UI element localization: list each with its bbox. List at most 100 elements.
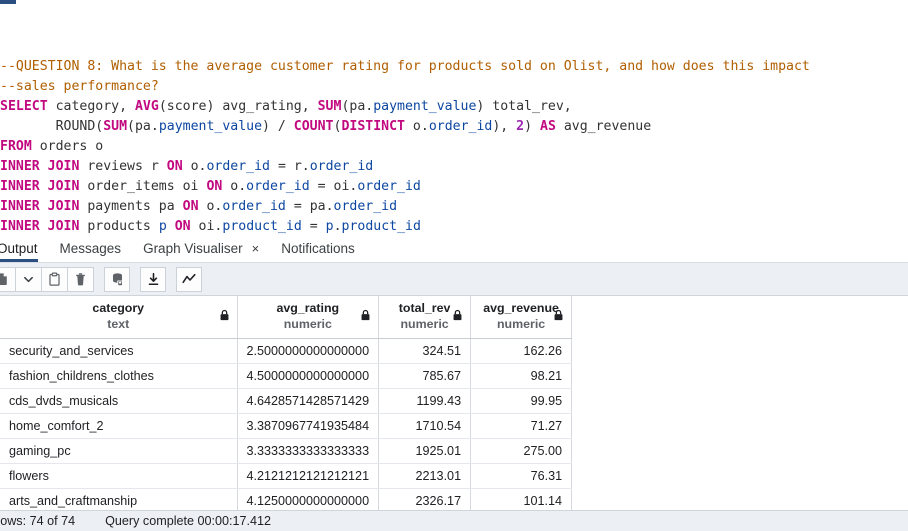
column-name: total_rev [398,301,451,315]
cell-avg_rating[interactable]: 4.2121212121212121 [237,463,380,489]
cell-category[interactable]: gaming_pc [0,438,238,464]
toolbar-group-export [140,266,166,292]
sql-editor[interactable]: --QUESTION 8: What is the average custom… [0,0,908,236]
table-row[interactable]: cds_dvds_musicals 4.6428571428571429 1199.… [0,388,573,414]
table-row[interactable]: arts_and_craftmanship 4.1250000000000000 2… [0,488,573,510]
graph-visualiser-button[interactable] [176,266,202,292]
copy-button[interactable] [0,266,16,292]
cell-category[interactable]: arts_and_craftmanship [0,488,238,510]
cell-total_rev[interactable]: 2326.17 [378,488,472,510]
cell-total_rev[interactable]: 785.67 [378,363,472,389]
sql-token: ) total_rev, [476,99,572,114]
cell-avg_rating[interactable]: 4.1250000000000000 [237,488,380,510]
table-row[interactable]: security_and_services 2.5000000000000000 3… [0,338,573,364]
toolbar-group-save [104,266,130,292]
cell-category[interactable]: security_and_services [0,338,238,364]
column-header-category[interactable]: category text [0,296,238,339]
column-name: category [92,301,145,315]
tab-output[interactable]: Output [0,241,38,262]
column-name: avg_revenue [483,301,559,315]
sql-token: p [158,219,167,234]
cell-total_rev[interactable]: 1199.43 [378,388,472,414]
save-data-changes-button[interactable] [104,266,130,292]
sql-token: order_id [357,179,421,194]
sql-line: ROUND(SUM(pa.payment_value) / COUNT(DIST… [0,117,908,137]
sql-token: --QUESTION 8: What is the average custom… [0,59,810,74]
sql-token: o. [198,199,223,214]
sql-token: o. [182,159,207,174]
cell-avg_revenue[interactable]: 101.14 [470,488,573,510]
sql-token: order_id [333,199,398,214]
cell-avg_revenue[interactable]: 275.00 [470,438,573,464]
result-table[interactable]: category text avg_rating numeric total_rev nu… [0,296,573,510]
sql-token: SUM [103,119,128,134]
column-header-total_rev[interactable]: total_rev numeric [378,296,472,339]
table-row[interactable]: fashion_childrens_clothes 4.5000000000000… [0,363,573,389]
cell-avg_rating[interactable]: 4.6428571428571429 [237,388,380,414]
table-row[interactable]: gaming_pc 3.3333333333333333 1925.01 275.00 [0,438,573,464]
paste-icon [49,272,60,286]
sql-token: . [333,219,342,234]
result-grid[interactable]: category text avg_rating numeric total_rev nu… [0,296,908,510]
tab-label: Notifications [281,241,355,256]
sql-token: INNER JOIN [0,159,80,174]
cell-category[interactable]: home_comfort_2 [0,413,238,439]
sql-token: payment_value [373,99,477,114]
copy-options-button[interactable] [16,266,42,292]
tab-notifications[interactable]: Notifications [281,241,355,262]
copy-icon [0,272,7,285]
tab-label: Messages [59,241,122,256]
sql-token: AS [540,119,556,134]
sql-token: DISTINCT [341,119,405,134]
sql-token: ROUND( [0,119,104,134]
cell-avg_rating[interactable]: 3.3333333333333333 [237,438,380,464]
cell-avg_revenue[interactable]: 162.26 [470,338,573,364]
lock-icon [220,309,228,321]
editor-caret [0,0,16,4]
sql-token: (pa. [341,99,374,114]
toolbar-group-graph [176,266,202,292]
sql-line: FROM orders o [0,137,908,157]
status-bar: rows: 74 of 74 Query complete 00:00:17.4… [0,510,908,531]
sql-token: payment_value [158,119,263,134]
sql-token: (score) avg_rating, [158,99,318,114]
sql-token: ON [206,179,223,194]
sql-token: o. [222,179,247,194]
cell-avg_rating[interactable]: 3.3870967741935484 [237,413,380,439]
cell-category[interactable]: fashion_childrens_clothes [0,363,238,389]
sql-token: = r. [270,159,310,174]
delete-button[interactable] [68,266,94,292]
sql-token: = [301,219,326,234]
sql-line: INNER JOIN products p ON oi.product_id =… [0,217,908,236]
close-icon[interactable]: × [252,242,260,255]
table-row[interactable]: flowers 4.2121212121212121 2213.01 76.31 [0,463,573,489]
cell-avg_revenue[interactable]: 71.27 [470,413,573,439]
cell-avg_rating[interactable]: 2.5000000000000000 [237,338,380,364]
cell-total_rev[interactable]: 1925.01 [378,438,472,464]
tab-messages[interactable]: Messages [60,241,122,262]
cell-avg_rating[interactable]: 4.5000000000000000 [237,363,380,389]
sql-editor-lines[interactable]: --QUESTION 8: What is the average custom… [0,57,908,236]
sql-token: --sales performance? [0,79,159,94]
sql-line: INNER JOIN reviews r ON o.order_id = r.o… [0,157,908,177]
result-table-body[interactable]: security_and_services 2.5000000000000000 3… [0,338,573,510]
cell-category[interactable]: flowers [0,463,238,489]
download-button[interactable] [140,266,166,292]
sql-token: order_id [428,119,493,134]
cell-avg_revenue[interactable]: 76.31 [470,463,573,489]
column-header-avg_rating[interactable]: avg_rating numeric [237,296,380,339]
cell-total_rev[interactable]: 324.51 [378,338,472,364]
column-header-avg_revenue[interactable]: avg_revenue numeric [470,296,573,339]
trash-icon [76,272,85,285]
toolbar-group-clipboard [0,266,94,292]
cell-avg_revenue[interactable]: 99.95 [470,388,573,414]
cell-avg_revenue[interactable]: 98.21 [470,363,573,389]
sql-line: INNER JOIN payments pa ON o.order_id = p… [0,197,908,217]
cell-total_rev[interactable]: 1710.54 [378,413,472,439]
table-row[interactable]: home_comfort_2 3.3870967741935484 1710.54 7… [0,413,573,439]
sql-token: order_id [222,199,286,214]
cell-category[interactable]: cds_dvds_musicals [0,388,238,414]
cell-total_rev[interactable]: 2213.01 [378,463,472,489]
paste-button[interactable] [42,266,68,292]
tab-graph-visualiser[interactable]: Graph Visualiser × [143,241,259,262]
